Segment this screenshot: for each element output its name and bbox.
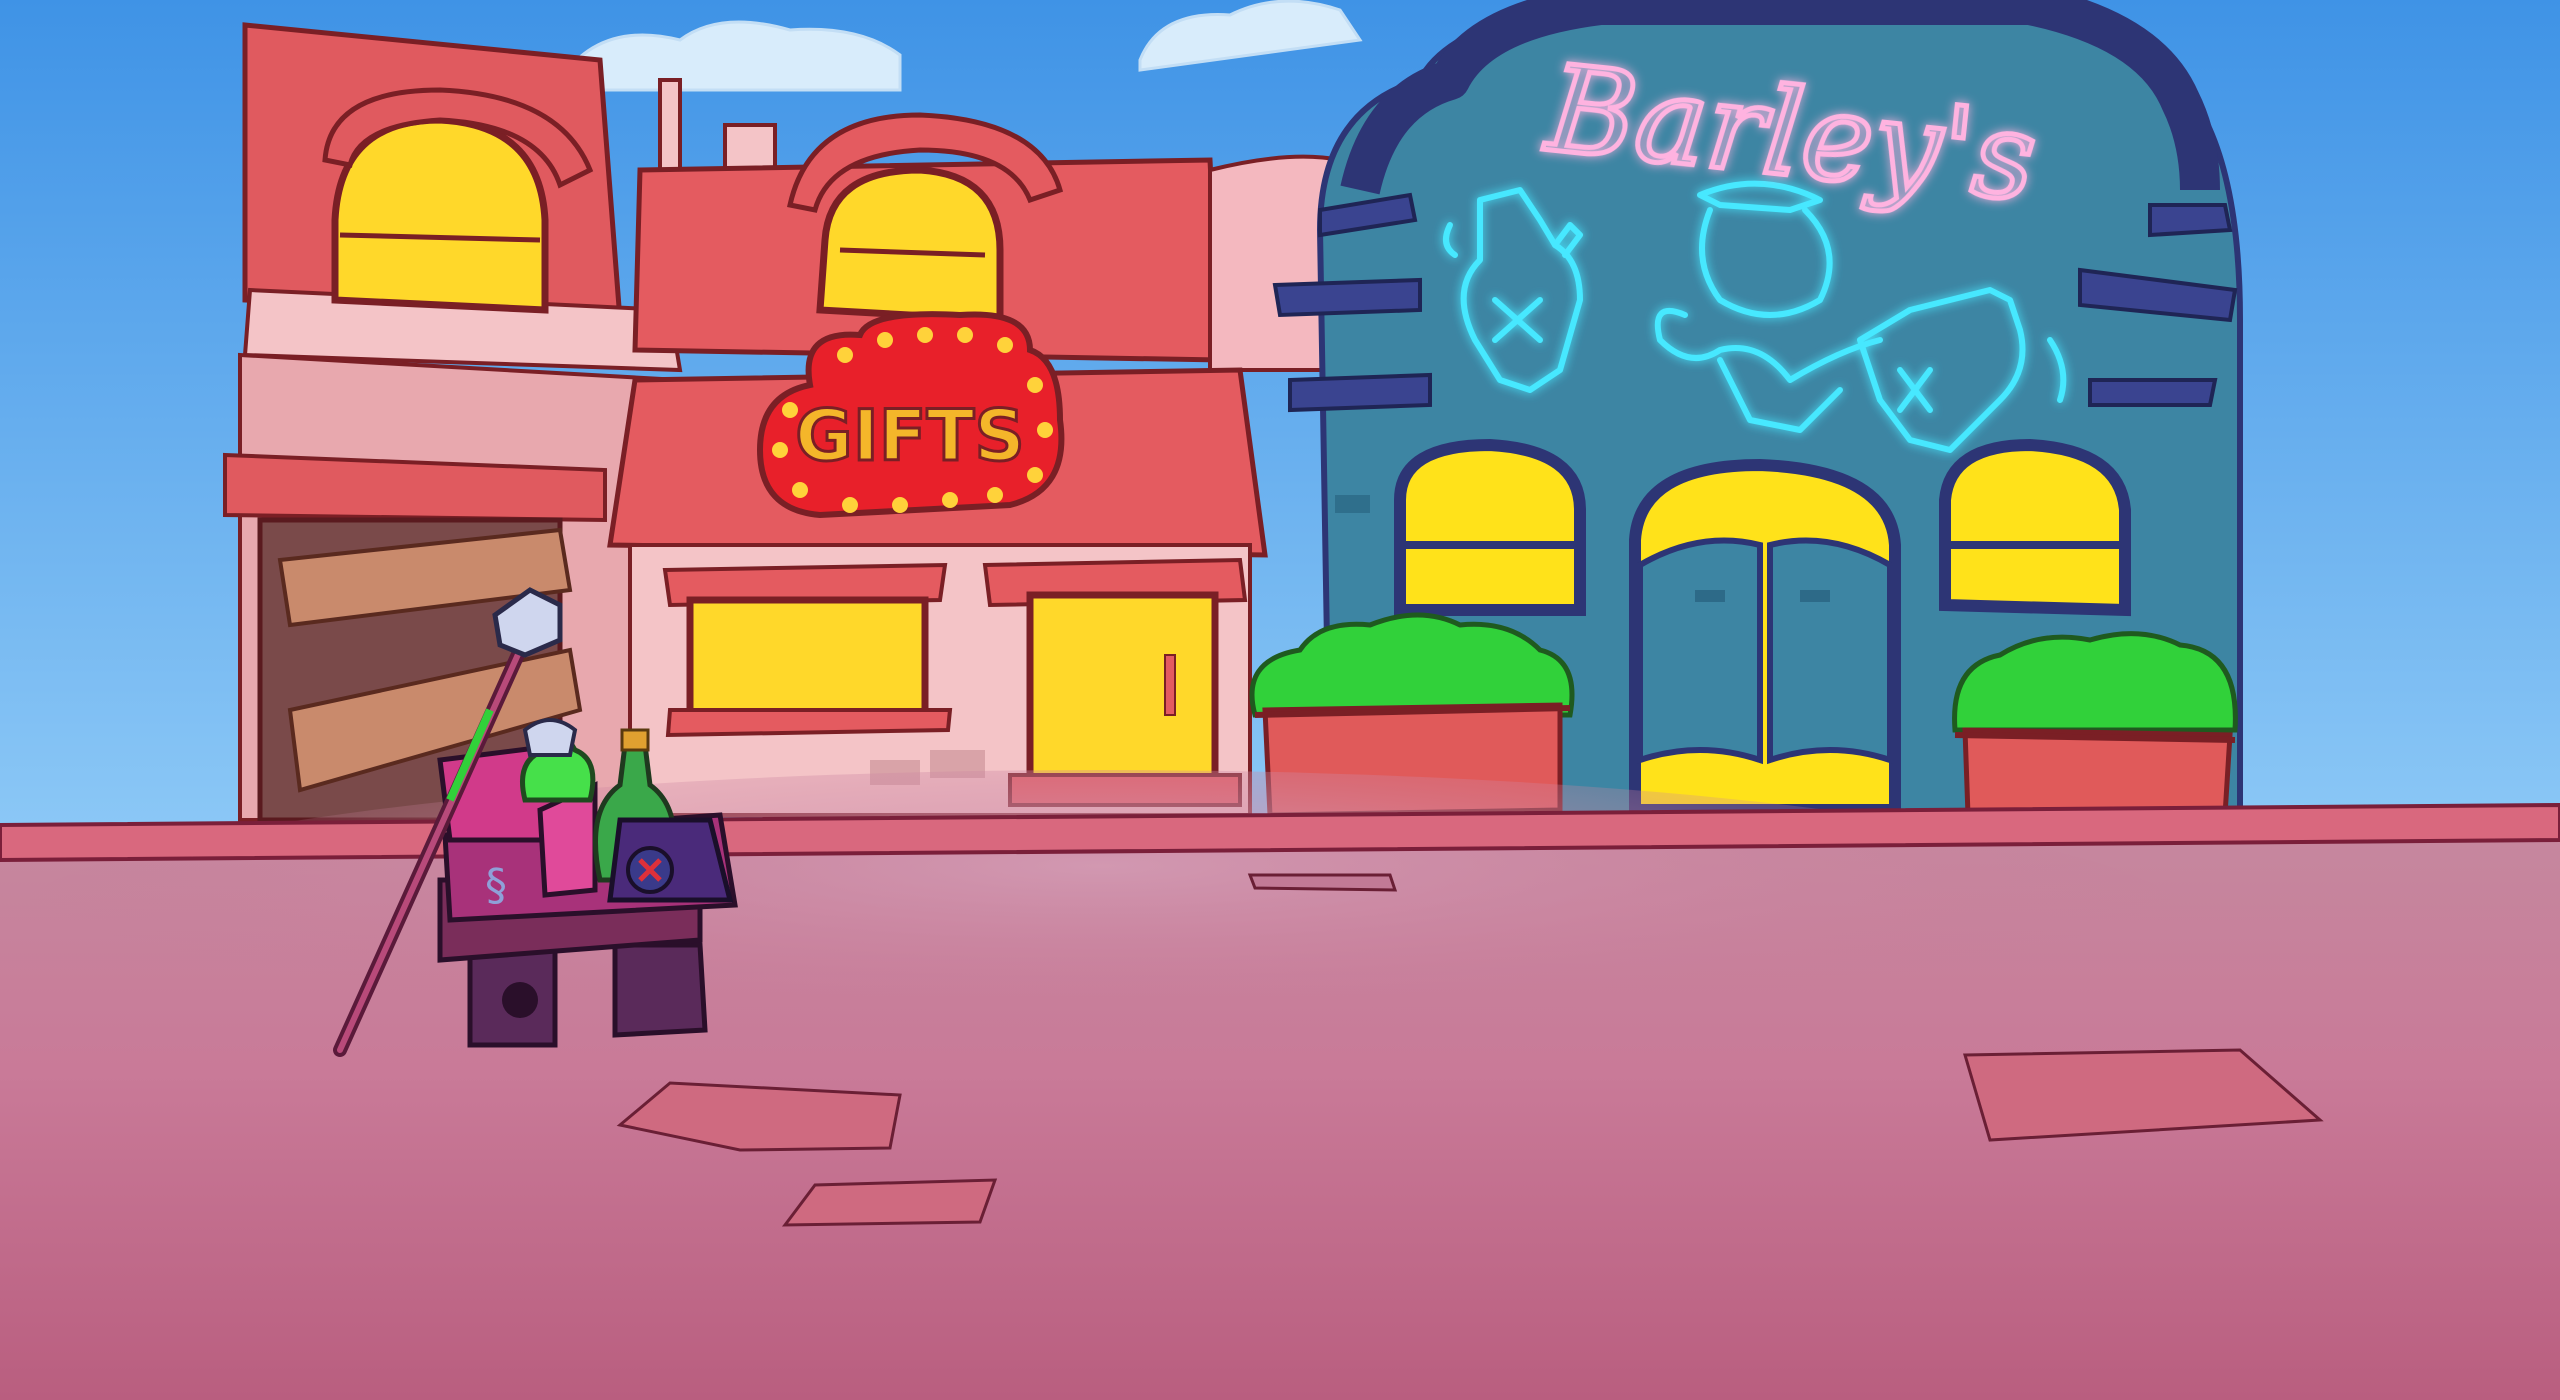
stall-emblem: §	[485, 860, 507, 911]
bar-window-left	[1394, 438, 1586, 616]
gift-shop: GIFTS	[607, 78, 1342, 817]
bar-door	[1629, 458, 1901, 816]
street	[0, 770, 2560, 1400]
crate-icon	[607, 817, 734, 903]
game-scene: GIFTS Barley's §	[0, 0, 2560, 1400]
gifts-sign-text: GIFTS	[795, 395, 1024, 477]
shop-window	[662, 562, 953, 738]
barleys-bar: Barley's	[1249, 0, 2243, 823]
planter-right	[1952, 631, 2238, 818]
bar-window-right	[1939, 438, 2131, 617]
